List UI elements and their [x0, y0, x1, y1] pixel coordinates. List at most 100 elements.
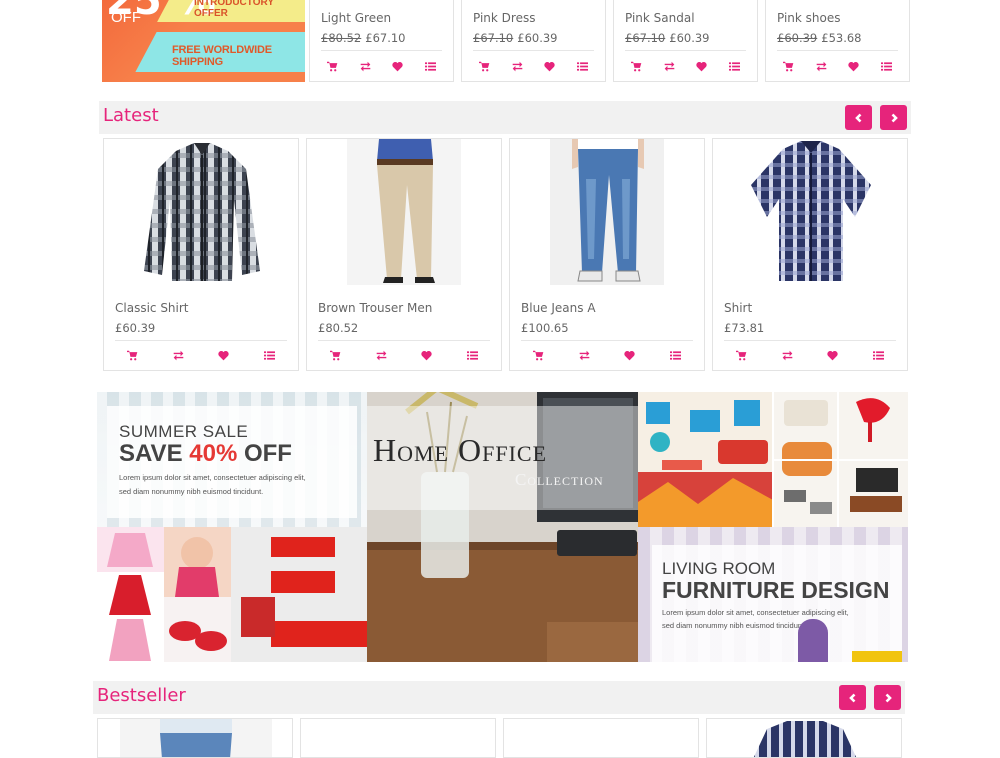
product-image[interactable]: [124, 139, 278, 285]
add-to-cart-button[interactable]: [625, 58, 647, 74]
cart-icon: [736, 350, 747, 360]
add-to-cart-button[interactable]: [321, 58, 343, 74]
bestseller-next-button[interactable]: [874, 685, 901, 710]
cart-icon: [330, 350, 341, 360]
wishlist-button[interactable]: [843, 58, 865, 74]
living-room-banner[interactable]: LIVING ROOM FURNITURE DESIGN Lorem ipsum…: [638, 527, 908, 662]
compare-button[interactable]: [370, 347, 392, 363]
details-button[interactable]: [572, 58, 594, 74]
summer-sale-panel: SUMMER SALE SAVE 40% OFF Lorem ipsum dol…: [107, 406, 357, 518]
wishlist-button[interactable]: [387, 58, 409, 74]
heart-icon: [421, 350, 432, 360]
latest-product-card[interactable]: Shirt £73.81: [712, 138, 908, 371]
compare-button[interactable]: [776, 347, 798, 363]
bestseller-prev-button[interactable]: [839, 685, 866, 710]
chair-shape: [798, 619, 828, 662]
add-to-cart-button[interactable]: [325, 347, 347, 363]
product-image[interactable]: [733, 139, 887, 285]
compare-icon: [782, 350, 793, 360]
details-button[interactable]: [420, 58, 442, 74]
summer-sale-line1: SUMMER SALE: [119, 422, 249, 441]
add-to-cart-button[interactable]: [731, 347, 753, 363]
chevron-left-icon: [854, 113, 861, 122]
details-button[interactable]: [664, 347, 686, 363]
kids-banner[interactable]: [97, 527, 367, 662]
heart-icon: [392, 61, 404, 71]
product-actions: [462, 58, 605, 76]
product-actions: [307, 347, 501, 365]
details-button[interactable]: [258, 347, 280, 363]
cart-icon: [326, 61, 338, 71]
top-product-card[interactable]: Pink Dress £67.10 £60.39: [461, 0, 606, 82]
latest-product-card[interactable]: Classic Shirt £60.39: [103, 138, 299, 371]
bestseller-product-card[interactable]: [503, 718, 699, 758]
top-product-card[interactable]: Pink shoes £60.39 £53.68: [765, 0, 910, 82]
bestseller-title: Bestseller: [97, 685, 186, 706]
wishlist-button[interactable]: [691, 58, 713, 74]
new-price: £60.39: [669, 31, 710, 45]
product-price: £80.52 £67.10: [321, 31, 406, 45]
product-price: £60.39 £53.68: [777, 31, 862, 45]
trouser-image: [347, 139, 461, 285]
jeans-image: [550, 139, 664, 285]
home-office-banner[interactable]: Home Office Collection: [367, 392, 638, 662]
wishlist-button[interactable]: [213, 347, 235, 363]
bestseller-product-card[interactable]: [706, 718, 902, 758]
promo-banner[interactable]: 25 % OFF INTRODUCTORY OFFER FREE WORLDWI…: [102, 0, 305, 82]
product-price: £67.10 £60.39: [473, 31, 558, 45]
product-name[interactable]: Shirt: [724, 301, 752, 315]
add-to-cart-button[interactable]: [473, 58, 495, 74]
details-button[interactable]: [461, 347, 483, 363]
furniture-icons-banner[interactable]: [638, 392, 908, 527]
bestseller-product-card[interactable]: [300, 718, 496, 758]
product-name[interactable]: Brown Trouser Men: [318, 301, 432, 315]
product-name[interactable]: Pink shoes: [777, 11, 841, 25]
latest-product-card[interactable]: Blue Jeans A £100.65: [509, 138, 705, 371]
compare-button[interactable]: [810, 58, 832, 74]
divider: [724, 340, 896, 341]
add-to-cart-button[interactable]: [122, 347, 144, 363]
product-name[interactable]: Blue Jeans A: [521, 301, 596, 315]
bestseller-product-card[interactable]: [97, 718, 293, 758]
compare-button[interactable]: [658, 58, 680, 74]
wishlist-button[interactable]: [539, 58, 561, 74]
product-price: £73.81: [724, 321, 765, 335]
summer-sale-percent: 40%: [189, 440, 238, 467]
compare-icon: [579, 350, 590, 360]
summer-sale-line2: SAVE 40% OFF: [119, 440, 292, 468]
old-price: £60.39: [777, 31, 818, 45]
product-image[interactable]: [530, 139, 684, 285]
summer-sale-banner[interactable]: SUMMER SALE SAVE 40% OFF Lorem ipsum dol…: [97, 392, 367, 527]
latest-product-card[interactable]: Brown Trouser Men £80.52: [306, 138, 502, 371]
add-to-cart-button[interactable]: [528, 347, 550, 363]
wishlist-button[interactable]: [416, 347, 438, 363]
compare-button[interactable]: [354, 58, 376, 74]
wishlist-button[interactable]: [822, 347, 844, 363]
chevron-left-icon: [848, 693, 855, 702]
product-image[interactable]: [327, 139, 481, 285]
check-shirt-image: [751, 141, 871, 281]
product-name[interactable]: Light Green: [321, 11, 391, 25]
product-actions: [510, 347, 704, 365]
product-name[interactable]: Pink Sandal: [625, 11, 695, 25]
compare-button[interactable]: [506, 58, 528, 74]
add-to-cart-button[interactable]: [777, 58, 799, 74]
latest-prev-button[interactable]: [845, 105, 872, 130]
compare-button[interactable]: [167, 347, 189, 363]
details-button[interactable]: [876, 58, 898, 74]
wishlist-button[interactable]: [619, 347, 641, 363]
latest-next-button[interactable]: [880, 105, 907, 130]
details-button[interactable]: [867, 347, 889, 363]
cart-icon: [127, 350, 138, 360]
furniture-collage-image: [638, 392, 908, 527]
product-name[interactable]: Pink Dress: [473, 11, 535, 25]
top-product-card[interactable]: Pink Sandal £67.10 £60.39: [613, 0, 758, 82]
product-price: £67.10 £60.39: [625, 31, 710, 45]
product-price: £100.65: [521, 321, 569, 335]
product-name[interactable]: Classic Shirt: [115, 301, 189, 315]
home-office-subtitle: Collection: [515, 470, 604, 489]
heart-icon: [544, 61, 556, 71]
details-button[interactable]: [724, 58, 746, 74]
compare-button[interactable]: [573, 347, 595, 363]
top-product-card[interactable]: Light Green £80.52 £67.10: [309, 0, 454, 82]
